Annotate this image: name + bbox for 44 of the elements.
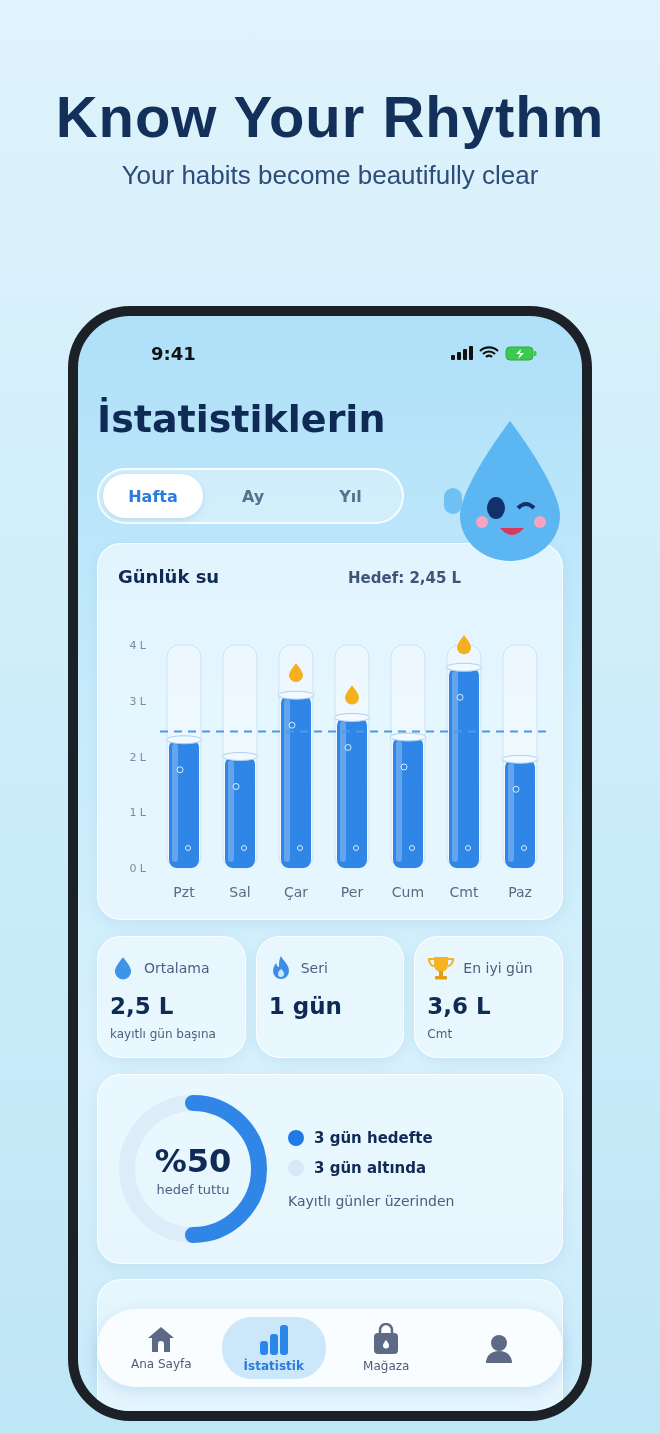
screen-title: İstatistiklerin bbox=[97, 396, 387, 443]
stat-note: Cmt bbox=[427, 1027, 454, 1041]
subtitle: Your habits become beautifully clear bbox=[121, 160, 539, 191]
battery-icon bbox=[505, 345, 537, 361]
goal-label: Hedef: 2,45 L bbox=[348, 569, 462, 587]
stat-label: En iyi gün bbox=[463, 960, 533, 976]
percent-value: %50 bbox=[154, 1141, 232, 1180]
period-tab[interactable]: Hafta bbox=[103, 474, 203, 518]
day-label: Cum bbox=[391, 884, 425, 900]
day-label: Cmt bbox=[449, 884, 479, 900]
drop-icon bbox=[457, 635, 471, 655]
signal-icon bbox=[451, 346, 473, 360]
legend-label: 3 gün hedefte bbox=[314, 1129, 433, 1147]
day-label: Per bbox=[340, 884, 364, 900]
stat-value: 3,6 L bbox=[427, 993, 492, 1019]
day-label: Sal bbox=[229, 884, 251, 900]
bar-chart-icon bbox=[257, 1323, 290, 1355]
percent-caption: hedef tuttu bbox=[156, 1181, 230, 1197]
stat-value: 2,5 L bbox=[110, 993, 175, 1019]
day-label: Paz bbox=[508, 884, 532, 900]
drop-icon bbox=[289, 663, 303, 683]
axis-tick-label: 0 L bbox=[129, 862, 146, 875]
goal-note: Kayıtlı günler üzerinden bbox=[288, 1193, 455, 1209]
period-tab[interactable]: Yıl bbox=[303, 474, 398, 518]
stat-label: Ortalama bbox=[144, 960, 210, 976]
nav-item[interactable]: Ana Sayfa bbox=[109, 1317, 214, 1379]
card-title: Günlük su bbox=[118, 566, 221, 587]
day-label: Çar bbox=[283, 884, 309, 900]
axis-tick-label: 4 L bbox=[129, 639, 146, 652]
wifi-icon bbox=[479, 346, 499, 360]
day-label: Pzt bbox=[173, 884, 195, 900]
axis-tick-label: 2 L bbox=[129, 750, 146, 764]
status-time: 9:41 bbox=[151, 342, 196, 364]
stat-value: 1 gün bbox=[268, 993, 343, 1019]
nav-item[interactable]: Mağaza bbox=[334, 1317, 439, 1379]
stat-note: kayıtlı gün başına bbox=[110, 1027, 217, 1041]
trophy-icon bbox=[427, 955, 456, 981]
drop-icon bbox=[345, 685, 359, 705]
legend-label: 3 gün altında bbox=[314, 1159, 427, 1177]
axis-tick-label: 3 L bbox=[129, 694, 146, 708]
axis-tick-label: 1 L bbox=[129, 806, 146, 820]
period-tab[interactable]: Ay bbox=[203, 474, 303, 518]
stat-label: Seri bbox=[300, 960, 328, 976]
nav-item[interactable]: İstatistik bbox=[221, 1317, 326, 1379]
